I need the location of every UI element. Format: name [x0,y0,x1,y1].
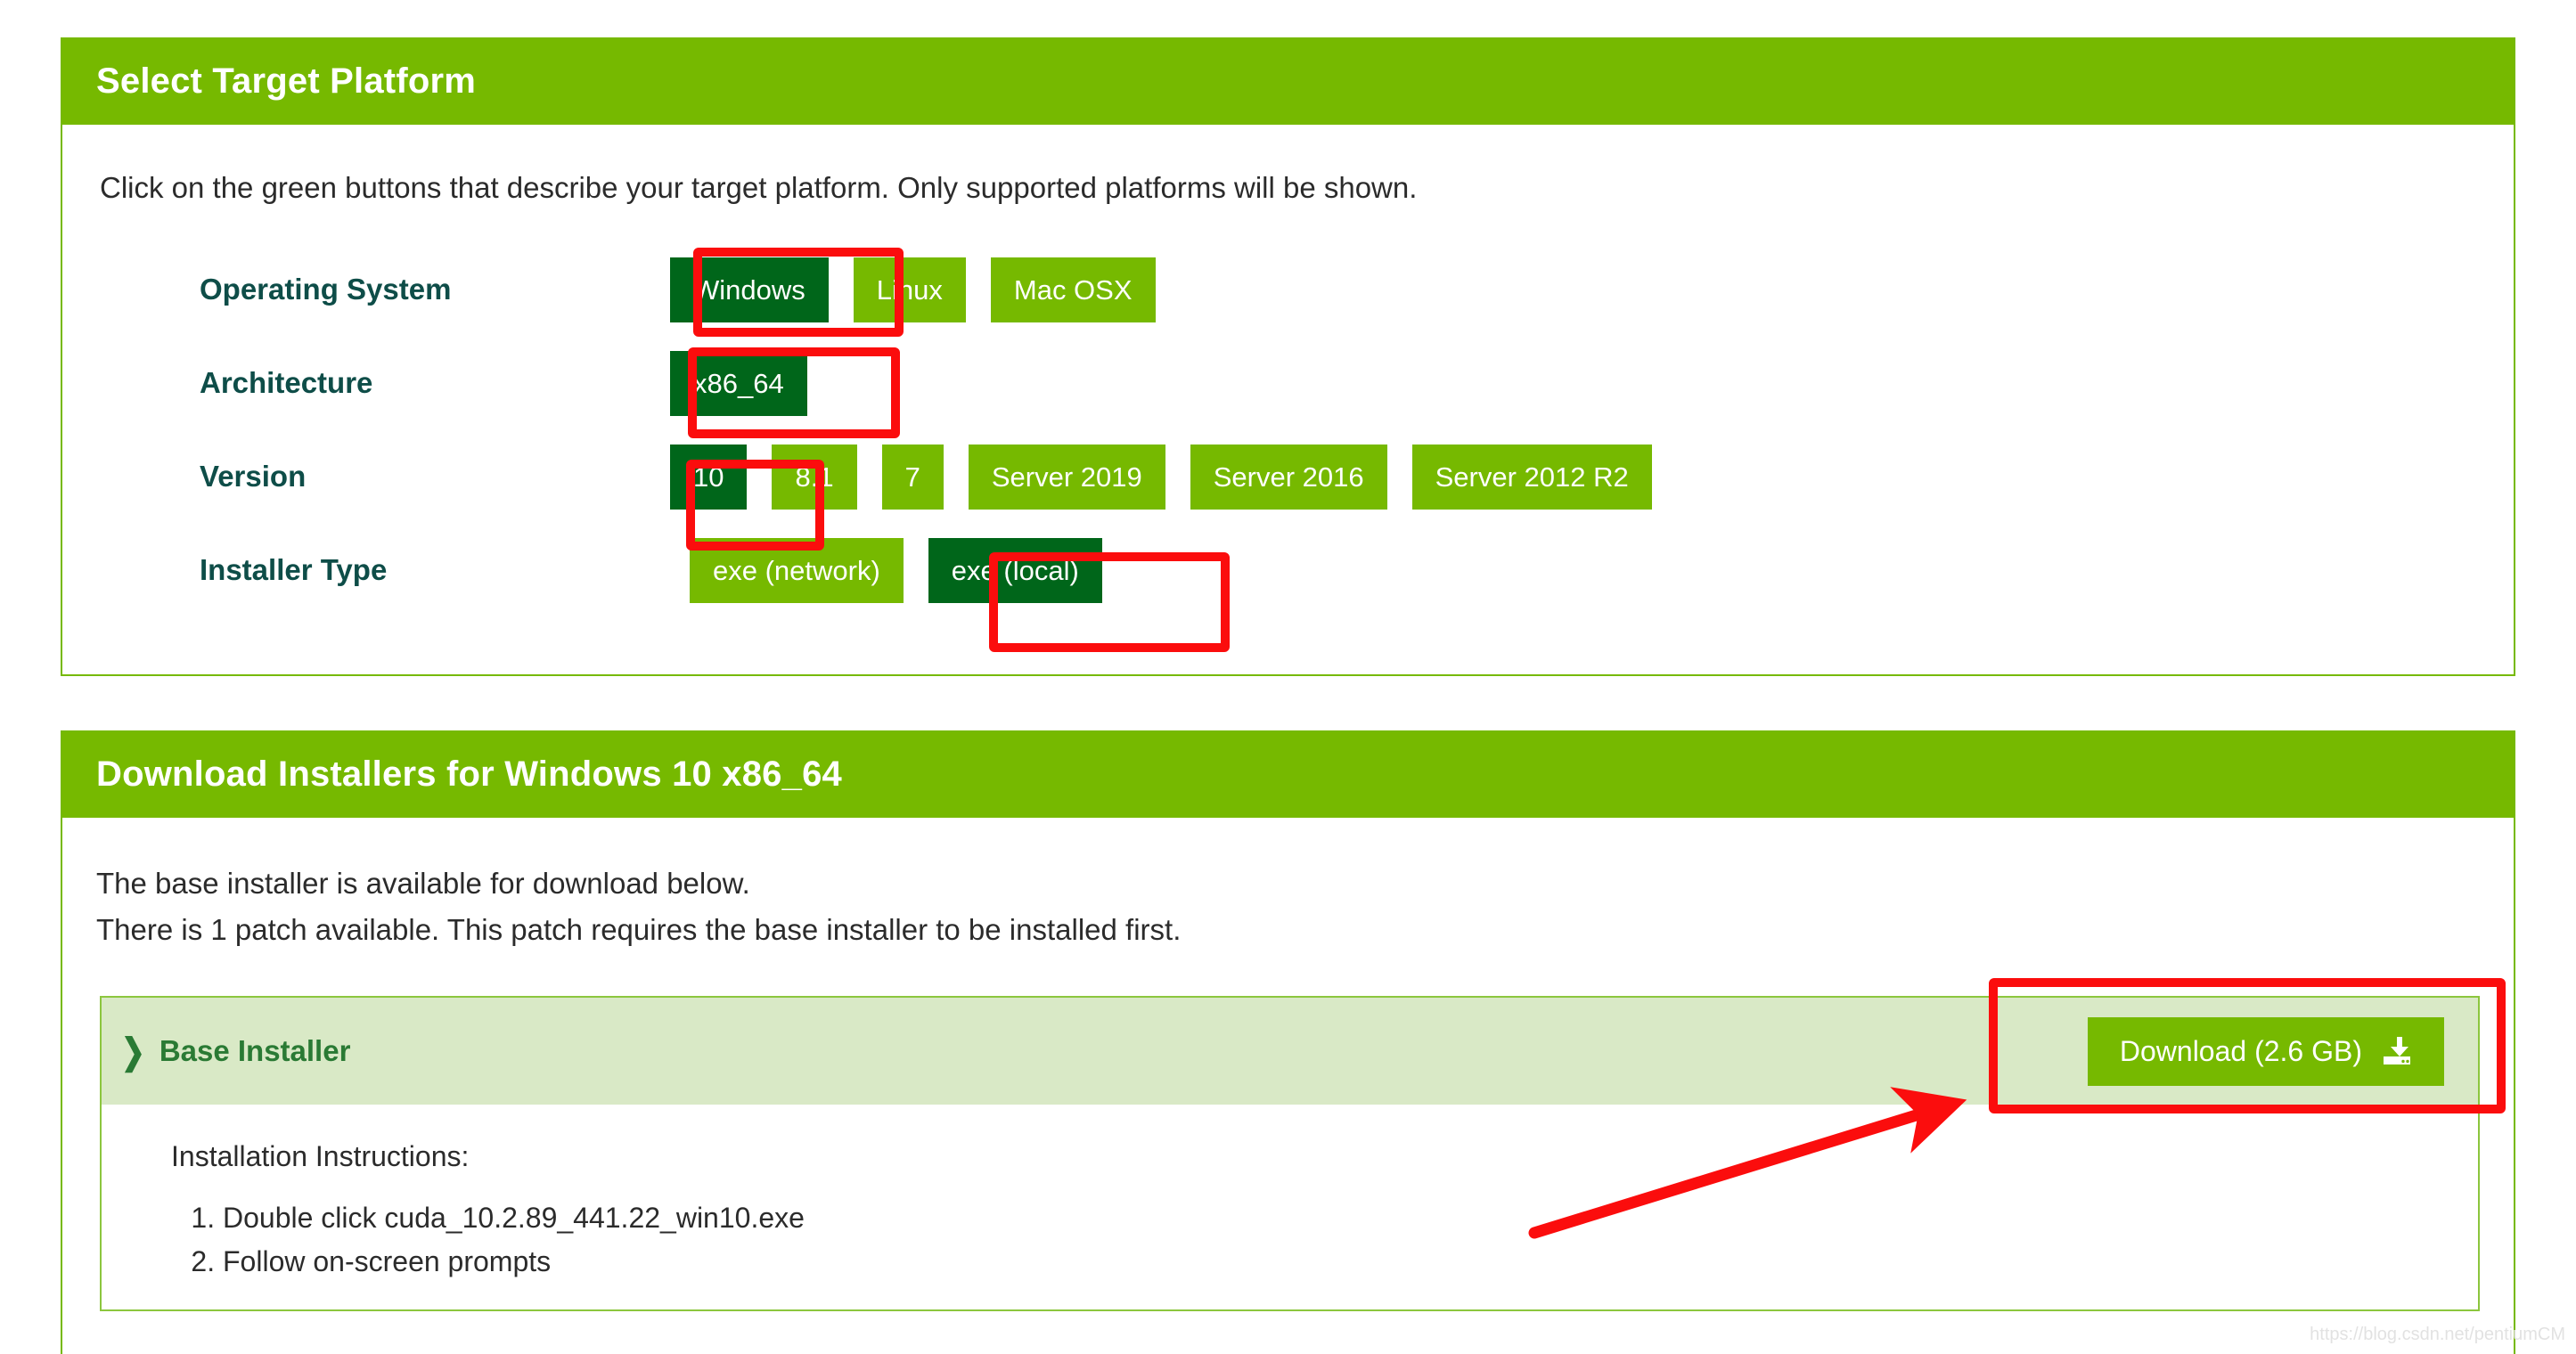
download-button[interactable]: Download (2.6 GB) [2087,1016,2444,1086]
download-panel-description: The base installer is available for down… [62,818,2514,953]
version-buttons: 10 8.1 7 Server 2019 Server 2016 Server … [670,444,1652,510]
os-button-linux[interactable]: Linux [853,257,966,322]
operating-system-buttons: Windows Linux Mac OSX [670,257,1156,322]
base-installer-header-bar[interactable]: ❯ Base Installer Download (2.6 GB) [102,998,2478,1105]
base-installer-label: Base Installer [159,1034,351,1068]
installation-instructions-title: Installation Instructions: [171,1140,470,1173]
base-installer-section: ❯ Base Installer Download (2.6 GB) Insta… [100,996,2480,1312]
version-button-server-2012-r2[interactable]: Server 2012 R2 [1411,444,1652,510]
download-button-label: Download (2.6 GB) [2119,1034,2362,1067]
version-button-server-2019[interactable]: Server 2019 [968,444,1165,510]
select-panel-intro-text: Click on the green buttons that describe… [100,171,1418,204]
version-button-server-2016[interactable]: Server 2016 [1190,444,1387,510]
architecture-buttons: x86_64 [670,350,807,416]
installer-type-buttons: exe (network) exe (local) [690,537,1102,603]
version-button-8-1[interactable]: 8.1 [772,444,857,510]
os-button-mac-osx[interactable]: Mac OSX [990,257,1156,322]
os-button-windows[interactable]: Windows [670,257,829,322]
installation-steps-list: Double click cuda_10.2.89_441.22_win10.e… [171,1202,2478,1278]
platform-option-rows: Operating System Windows Linux Mac OSX A… [62,243,2514,617]
installer-type-button-exe-local[interactable]: exe (local) [928,537,1102,603]
label-architecture: Architecture [200,366,373,400]
row-installer-type: Installer Type exe (network) exe (local) [100,524,2514,617]
select-panel-header: Select Target Platform [62,37,2514,125]
select-target-platform-panel: Select Target Platform Click on the gree… [61,37,2515,676]
select-panel-title: Select Target Platform [96,61,477,101]
row-operating-system: Operating System Windows Linux Mac OSX [100,243,2514,337]
download-panel-body: The base installer is available for down… [62,818,2514,1312]
label-version: Version [200,460,307,493]
download-installers-panel: Download Installers for Windows 10 x86_6… [61,730,2515,1354]
base-installer-title-group[interactable]: ❯ Base Installer [121,1031,351,1072]
download-save-icon [2382,1037,2412,1065]
watermark-text: https://blog.csdn.net/pentiumCM [2310,1325,2565,1344]
architecture-button-x86-64[interactable]: x86_64 [670,350,807,416]
version-button-7[interactable]: 7 [881,444,944,510]
download-panel-title: Download Installers for Windows 10 x86_6… [96,754,842,794]
download-description-line-1: The base installer is available for down… [96,867,750,900]
row-version: Version 10 8.1 7 Server 2019 Server 2016… [100,430,2514,524]
label-operating-system: Operating System [200,273,452,306]
download-description-line-2: There is 1 patch available. This patch r… [96,913,1182,947]
select-panel-body: Click on the green buttons that describe… [62,125,2514,617]
installation-step: Follow on-screen prompts [223,1245,2478,1278]
installation-instructions-block: Installation Instructions: Double click … [102,1105,2478,1310]
label-installer-type: Installer Type [200,553,388,587]
download-panel-header: Download Installers for Windows 10 x86_6… [62,730,2514,818]
row-architecture: Architecture x86_64 [100,337,2514,430]
installation-step: Double click cuda_10.2.89_441.22_win10.e… [223,1202,2478,1235]
chevron-right-icon: ❯ [121,1031,145,1072]
version-button-10[interactable]: 10 [670,444,748,510]
installer-type-button-exe-network[interactable]: exe (network) [690,537,904,603]
